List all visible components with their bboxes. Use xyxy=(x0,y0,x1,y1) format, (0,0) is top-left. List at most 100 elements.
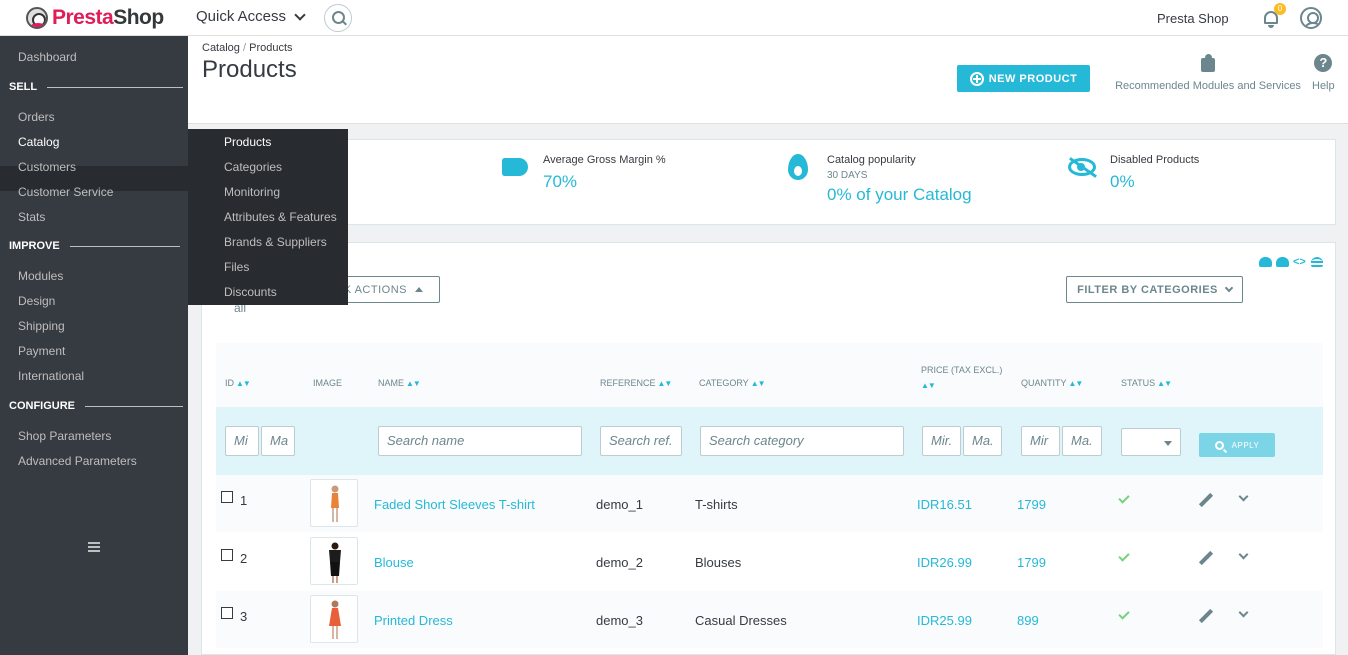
product-name-link[interactable]: Printed Dress xyxy=(374,613,453,628)
cloud-download-icon[interactable] xyxy=(1276,257,1289,267)
filter-quantity-max[interactable]: Ma. xyxy=(1062,426,1102,456)
sidebar-item-stats[interactable]: Stats xyxy=(18,210,45,224)
filter-name-input[interactable]: Search name xyxy=(378,426,582,456)
kpi-disabled-products[interactable]: Disabled Products 0% xyxy=(1110,154,1199,192)
chevron-down-icon[interactable] xyxy=(1238,607,1249,618)
product-category: T-shirts xyxy=(695,497,738,512)
sidebar-item-orders[interactable]: Orders xyxy=(18,110,55,124)
product-name-link[interactable]: Faded Short Sleeves T-shirt xyxy=(374,497,535,512)
product-thumbnail[interactable] xyxy=(310,479,358,527)
sidebar-item-dashboard[interactable]: Dashboard xyxy=(18,50,77,64)
status-check-icon[interactable] xyxy=(1118,608,1130,620)
puzzle-icon xyxy=(1199,54,1217,72)
filter-id-min[interactable]: Mi xyxy=(225,426,259,456)
filter-price-min[interactable]: Mir. xyxy=(922,426,961,456)
filter-status-select[interactable] xyxy=(1121,428,1181,456)
recommended-modules-link[interactable]: Recommended Modules and Services xyxy=(1113,54,1303,92)
kpi-catalog-popularity[interactable]: Catalog popularity 30 DAYS 0% of your Ca… xyxy=(827,154,972,205)
column-category[interactable]: CATEGORY ▲▼ xyxy=(699,378,766,388)
product-price[interactable]: IDR25.99 xyxy=(917,613,972,628)
sidebar-item-catalog[interactable]: Catalog xyxy=(18,135,59,149)
kpi-value: 0% of your Catalog xyxy=(827,185,972,204)
filter-category-input[interactable]: Search category xyxy=(700,426,904,456)
product-category: Blouses xyxy=(695,555,742,570)
collapse-menu-icon[interactable] xyxy=(88,542,100,552)
product-thumbnail[interactable] xyxy=(310,537,358,585)
product-price[interactable]: IDR16.51 xyxy=(917,497,972,512)
product-quantity[interactable]: 1799 xyxy=(1017,555,1046,570)
product-thumbnail[interactable] xyxy=(310,595,358,643)
submenu-item-monitoring[interactable]: Monitoring xyxy=(224,185,280,199)
kpi-title: Average Gross Margin % xyxy=(543,154,666,166)
sidebar-section-improve: IMPROVE xyxy=(9,240,180,252)
sort-icon: ▲▼ xyxy=(921,381,936,390)
kpi-value: 70% xyxy=(543,172,578,191)
sidebar-item-design[interactable]: Design xyxy=(18,294,55,308)
row-checkbox[interactable] xyxy=(221,491,233,503)
edit-pencil-icon[interactable] xyxy=(1199,551,1213,565)
status-check-icon[interactable] xyxy=(1118,492,1130,504)
shop-name-link[interactable]: Presta Shop xyxy=(1157,11,1229,26)
chevron-down-icon xyxy=(294,8,306,21)
submenu-item-discounts[interactable]: Discounts xyxy=(224,285,277,299)
filter-by-categories-button[interactable]: FILTER BY CATEGORIES xyxy=(1066,276,1243,303)
column-status[interactable]: STATUS ▲▼ xyxy=(1121,378,1172,388)
prestashop-logo[interactable]: PrestaShop xyxy=(26,6,164,30)
edit-pencil-icon[interactable] xyxy=(1199,493,1213,507)
column-name[interactable]: NAME ▲▼ xyxy=(378,378,421,388)
sidebar-item-customers[interactable]: Customers xyxy=(18,160,76,174)
status-check-icon[interactable] xyxy=(1118,550,1130,562)
product-quantity[interactable]: 1799 xyxy=(1017,497,1046,512)
bulk-actions-button[interactable]: K ACTIONS xyxy=(332,276,440,303)
filter-price-max[interactable]: Ma. xyxy=(963,426,1002,456)
sidebar-item-advanced-parameters[interactable]: Advanced Parameters xyxy=(18,454,137,468)
notification-badge: 0 xyxy=(1274,3,1286,15)
product-price[interactable]: IDR26.99 xyxy=(917,555,972,570)
column-price[interactable]: PRICE (TAX EXCL.) ▲▼ xyxy=(921,363,1002,393)
sidebar: Dashboard SELL Orders Catalog Customers … xyxy=(0,36,188,655)
chevron-down-icon[interactable] xyxy=(1238,549,1249,560)
filter-reference-input[interactable]: Search ref. xyxy=(600,426,682,456)
product-quantity[interactable]: 899 xyxy=(1017,613,1039,628)
section-divider xyxy=(85,405,183,407)
submenu-item-attributes-features[interactable]: Attributes & Features xyxy=(224,210,337,224)
product-reference: demo_3 xyxy=(596,613,643,628)
sidebar-item-modules[interactable]: Modules xyxy=(18,269,63,283)
submenu-item-brands-suppliers[interactable]: Brands & Suppliers xyxy=(224,235,327,249)
sort-icon: ▲▼ xyxy=(657,379,673,388)
row-checkbox[interactable] xyxy=(221,549,233,561)
column-reference[interactable]: REFERENCE ▲▼ xyxy=(600,378,673,388)
sidebar-item-customer-service[interactable]: Customer Service xyxy=(18,185,113,199)
sidebar-item-shop-parameters[interactable]: Shop Parameters xyxy=(18,429,111,443)
sidebar-item-shipping[interactable]: Shipping xyxy=(18,319,65,333)
list-icon[interactable] xyxy=(1311,257,1323,267)
section-divider xyxy=(69,245,180,247)
kpi-average-gross-margin[interactable]: Average Gross Margin % 70% xyxy=(543,154,666,192)
submenu-item-products[interactable]: Products xyxy=(224,135,271,149)
chevron-down-icon[interactable] xyxy=(1238,491,1249,502)
product-name-link[interactable]: Blouse xyxy=(374,555,414,570)
products-table: ID ▲▼ IMAGE NAME ▲▼ REFERENCE ▲▼ CATEGORY ▲▼… xyxy=(216,343,1323,649)
code-icon[interactable]: <> xyxy=(1293,257,1307,268)
sidebar-item-international[interactable]: International xyxy=(18,369,84,383)
search-icon[interactable] xyxy=(324,4,352,32)
kpi-title: Catalog popularity xyxy=(827,154,916,166)
quick-access-dropdown[interactable]: Quick Access xyxy=(196,8,306,25)
user-account-icon[interactable] xyxy=(1300,7,1322,29)
sidebar-item-payment[interactable]: Payment xyxy=(18,344,65,358)
breadcrumb-catalog[interactable]: Catalog xyxy=(202,42,240,54)
apply-filter-button[interactable]: APPLY xyxy=(1199,433,1275,457)
caret-up-icon xyxy=(415,287,423,292)
row-checkbox[interactable] xyxy=(221,607,233,619)
filter-quantity-min[interactable]: Mir xyxy=(1021,426,1060,456)
column-id[interactable]: ID ▲▼ xyxy=(225,378,251,388)
sort-icon: ▲▼ xyxy=(236,379,251,388)
submenu-item-categories[interactable]: Categories xyxy=(224,160,282,174)
help-button[interactable]: ? Help xyxy=(1312,54,1335,92)
column-quantity[interactable]: QUANTITY ▲▼ xyxy=(1021,378,1083,388)
edit-pencil-icon[interactable] xyxy=(1199,609,1213,623)
submenu-item-files[interactable]: Files xyxy=(224,260,249,274)
filter-id-max[interactable]: Ma xyxy=(261,426,295,456)
cloud-upload-icon[interactable] xyxy=(1259,257,1272,267)
new-product-button[interactable]: NEW PRODUCT xyxy=(957,65,1090,92)
